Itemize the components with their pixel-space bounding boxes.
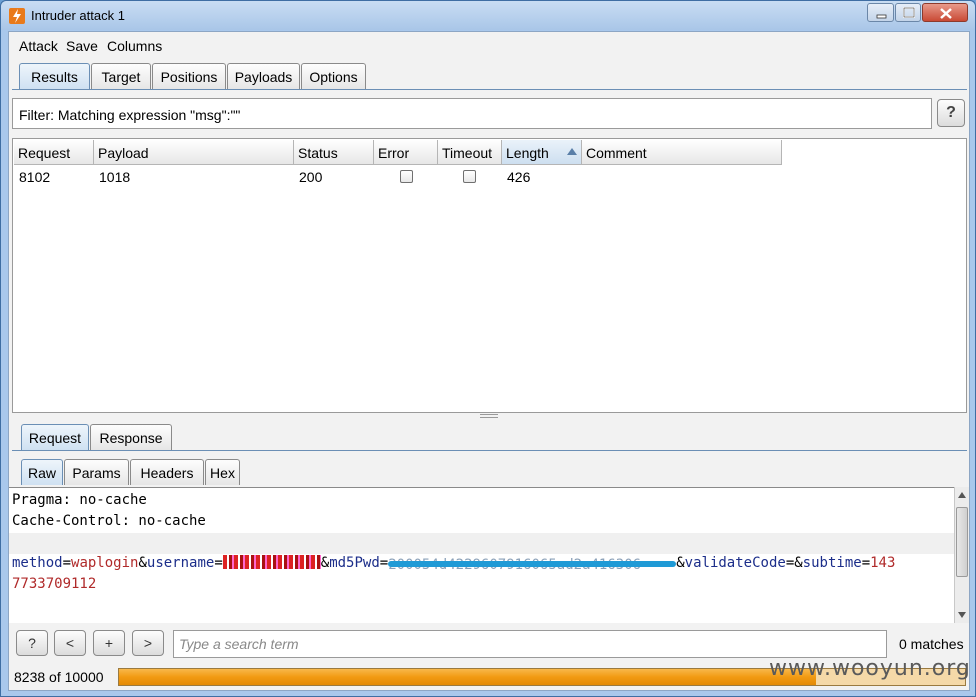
tab-raw[interactable]: Raw — [21, 459, 63, 485]
param-key-validatecode: validateCode — [684, 555, 786, 571]
column-header-request[interactable]: Request — [14, 140, 94, 165]
detail-tab-divider — [12, 450, 967, 451]
scroll-up-icon[interactable] — [958, 492, 966, 498]
search-previous-button[interactable]: < — [54, 630, 86, 656]
param-value-method: waplogin — [71, 555, 139, 571]
client-area: Attack Save Columns Results Target Posit… — [8, 31, 970, 691]
raw-request-editor[interactable]: Pragma: no-cache Cache-Control: no-cache… — [9, 487, 954, 623]
param-value-subtime: 143 — [870, 555, 896, 571]
menu-columns[interactable]: Columns — [107, 38, 162, 54]
cell-status: 200 — [299, 169, 323, 185]
param-key-subtime: subtime — [802, 555, 862, 571]
search-match-count: 0 matches — [899, 636, 964, 652]
search-add-button[interactable]: + — [93, 630, 125, 656]
main-tabs: Results Target Positions Payloads Option… — [19, 63, 366, 89]
column-header-payload[interactable]: Payload — [94, 140, 294, 165]
cell-request: 8102 — [19, 169, 51, 185]
menu-attack[interactable]: Attack — [19, 38, 58, 54]
column-header-timeout[interactable]: Timeout — [438, 140, 502, 165]
request-body-line-wrap: 7733709112 — [12, 576, 97, 592]
header-line-cache-control: Cache-Control: no-cache — [12, 513, 206, 529]
sort-ascending-icon — [567, 148, 577, 155]
editor-scrollbar[interactable] — [954, 487, 969, 623]
scroll-down-icon[interactable] — [958, 612, 966, 618]
maximize-button[interactable] — [895, 3, 921, 22]
blank-line — [9, 533, 954, 554]
search-next-button[interactable]: > — [132, 630, 164, 656]
request-body-line: method=waplogin&username= &md5Pwd=200054d… — [12, 555, 896, 573]
view-tabs: Raw Params Headers Hex — [21, 459, 241, 485]
search-bar: ? < + > Type a search term 0 matches — [9, 624, 969, 660]
cell-payload: 1018 — [99, 169, 131, 185]
column-header-error[interactable]: Error — [374, 140, 438, 165]
tab-hex[interactable]: Hex — [205, 459, 240, 485]
param-key-username: username — [146, 555, 215, 571]
column-header-length[interactable]: Length — [502, 140, 582, 165]
filter-help-button[interactable]: ? — [937, 99, 965, 127]
tab-request[interactable]: Request — [21, 424, 89, 450]
redacted-password: 200054d4229607916065ad2a416306 — [388, 557, 677, 573]
filter-bar[interactable]: Filter: Matching expression "msg":"" — [12, 98, 932, 129]
header-line-pragma: Pragma: no-cache — [12, 492, 147, 508]
window-title: Intruder attack 1 — [31, 8, 125, 23]
title-bar[interactable]: Intruder attack 1 — [1, 1, 975, 30]
tab-params[interactable]: Params — [64, 459, 129, 485]
minimize-button[interactable] — [867, 3, 894, 22]
param-value-md5pwd: 200054d4229607916065ad2a416306 — [388, 557, 642, 573]
param-key-md5pwd: md5Pwd — [329, 555, 380, 571]
tab-payloads[interactable]: Payloads — [227, 63, 300, 89]
column-header-length-label: Length — [506, 145, 549, 161]
intruder-window: Intruder attack 1 Attack Save Columns Re… — [0, 0, 976, 697]
results-table: Request Payload Status Error Timeout Len… — [12, 138, 967, 413]
tab-positions[interactable]: Positions — [152, 63, 226, 89]
tab-divider — [12, 89, 967, 90]
close-button[interactable] — [922, 3, 968, 22]
detail-tabs: Request Response — [21, 424, 181, 450]
scrollbar-thumb[interactable] — [956, 507, 968, 577]
column-header-comment[interactable]: Comment — [582, 140, 782, 165]
tab-results[interactable]: Results — [19, 63, 90, 89]
cell-timeout-checkbox[interactable] — [463, 170, 476, 183]
menu-bar: Attack Save Columns — [9, 32, 969, 59]
search-help-button[interactable]: ? — [16, 630, 48, 656]
burp-app-icon — [9, 8, 25, 24]
tab-options[interactable]: Options — [301, 63, 366, 89]
splitter-handle[interactable] — [480, 414, 498, 418]
tab-response[interactable]: Response — [90, 424, 172, 450]
param-key-method: method — [12, 555, 63, 571]
tab-headers[interactable]: Headers — [130, 459, 204, 485]
redacted-username — [222, 555, 321, 569]
cell-error-checkbox[interactable] — [400, 170, 413, 183]
filter-text: Filter: Matching expression "msg":"" — [19, 107, 241, 123]
progress-count: 8238 of 10000 — [14, 669, 104, 685]
watermark: www.wooyun.org — [769, 656, 971, 681]
tab-target[interactable]: Target — [91, 63, 151, 89]
table-header: Request Payload Status Error Timeout Len… — [14, 140, 782, 165]
table-row[interactable]: 8102 1018 200 426 — [14, 165, 782, 189]
search-input[interactable]: Type a search term — [173, 630, 887, 658]
column-header-status[interactable]: Status — [294, 140, 374, 165]
progress-bar-fill — [119, 669, 816, 685]
cell-length: 426 — [507, 169, 531, 185]
menu-save[interactable]: Save — [66, 38, 98, 54]
